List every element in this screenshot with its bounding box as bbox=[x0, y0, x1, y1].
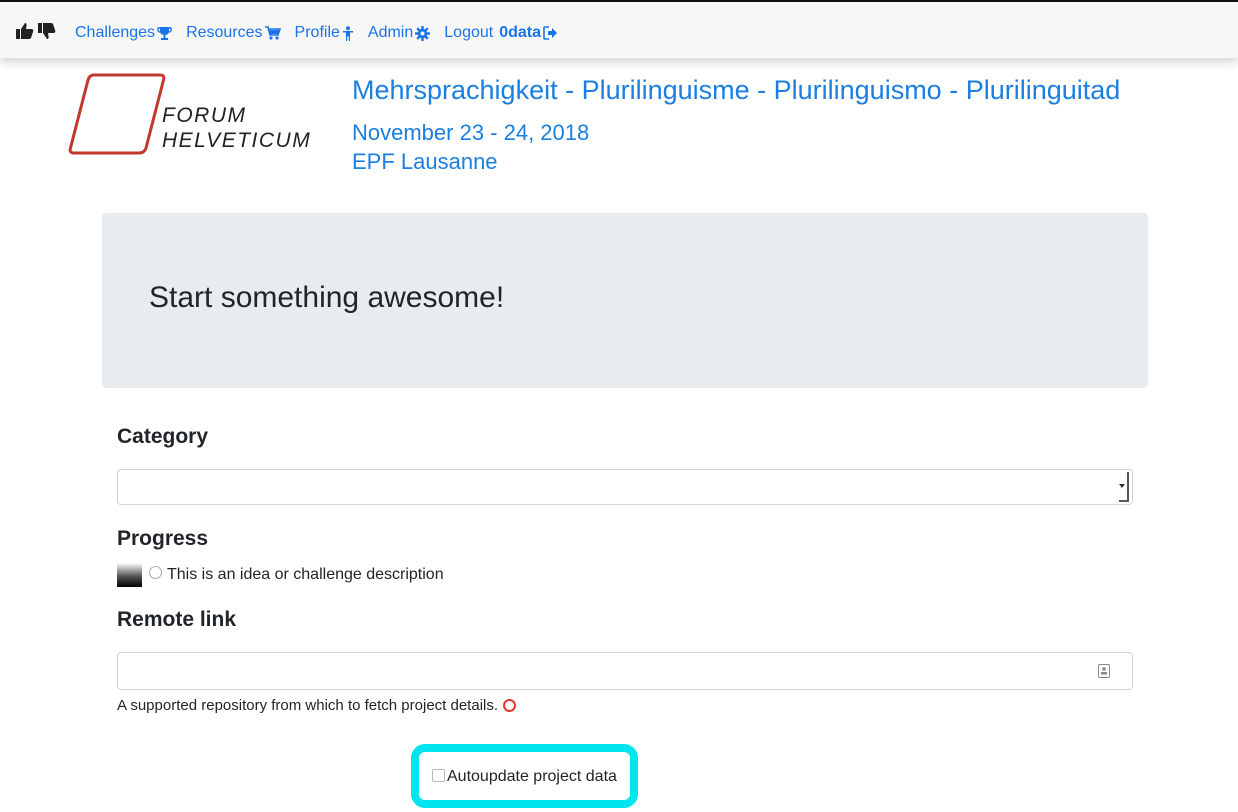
chevron-down-icon bbox=[1119, 472, 1129, 502]
autoupdate-label: Autoupdate project data bbox=[447, 768, 617, 785]
gear-icon bbox=[415, 25, 431, 41]
remote-link-label: Remote link bbox=[117, 608, 237, 631]
jumbotron: Start something awesome! bbox=[102, 213, 1148, 388]
forum-helveticum-logo[interactable]: FORUM HELVETICUM bbox=[68, 72, 318, 158]
trophy-icon bbox=[157, 26, 172, 40]
nav-challenges[interactable]: Challenges bbox=[75, 23, 172, 43]
progress-swatch bbox=[117, 563, 142, 587]
event-date: November 23 - 24, 2018 bbox=[352, 120, 590, 145]
nav-admin-label: Admin bbox=[367, 24, 414, 41]
nav-admin[interactable]: Admin bbox=[367, 23, 431, 43]
sign-out-icon bbox=[543, 26, 558, 40]
autoupdate-checkbox[interactable] bbox=[432, 768, 445, 782]
event-venue: EPF Lausanne bbox=[352, 149, 498, 174]
category-select[interactable] bbox=[117, 469, 1133, 505]
brand[interactable] bbox=[16, 22, 56, 40]
event-info: November 23 - 24, 2018 EPF Lausanne bbox=[352, 118, 589, 176]
thumbs-down-icon bbox=[38, 22, 56, 40]
category-label: Category bbox=[117, 425, 209, 448]
logout-link[interactable]: Logout 0data bbox=[444, 23, 558, 43]
progress-radio[interactable] bbox=[149, 565, 162, 579]
username: 0data bbox=[499, 24, 541, 41]
logo-text-helveticum: HELVETICUM bbox=[162, 129, 312, 152]
remote-link-help-text: A supported repository from which to fet… bbox=[117, 697, 499, 714]
nav-resources[interactable]: Resources bbox=[186, 23, 281, 43]
progress-label: Progress bbox=[117, 527, 209, 550]
progress-option[interactable]: This is an idea or challenge description bbox=[117, 563, 444, 587]
jumbotron-heading: Start something awesome! bbox=[149, 281, 505, 314]
remote-link-input[interactable] bbox=[117, 652, 1133, 690]
nav-menu: Challenges Resources Profile Admin Logou… bbox=[75, 23, 572, 43]
logo-text-forum: FORUM bbox=[162, 104, 247, 127]
remote-link-help: A supported repository from which to fet… bbox=[117, 697, 517, 714]
nav-profile[interactable]: Profile bbox=[295, 23, 354, 43]
nav-resources-label: Resources bbox=[186, 24, 263, 41]
event-title: Mehrsprachigkeit - Plurilinguisme - Plur… bbox=[352, 75, 1121, 105]
progress-option-label: This is an idea or challenge description bbox=[167, 566, 444, 583]
nav-profile-label: Profile bbox=[294, 24, 340, 41]
logo-mark bbox=[68, 73, 166, 155]
thumbs-up-icon bbox=[16, 22, 34, 40]
nav-challenges-label: Challenges bbox=[75, 24, 156, 41]
top-navbar: Challenges Resources Profile Admin Logou… bbox=[0, 0, 1238, 58]
person-icon bbox=[342, 25, 354, 41]
logout-label: Logout bbox=[444, 24, 494, 41]
contact-card-icon[interactable] bbox=[1098, 664, 1110, 683]
autoupdate-option[interactable]: Autoupdate project data bbox=[432, 768, 617, 786]
cart-icon bbox=[264, 26, 281, 40]
status-ring-icon bbox=[503, 699, 517, 712]
